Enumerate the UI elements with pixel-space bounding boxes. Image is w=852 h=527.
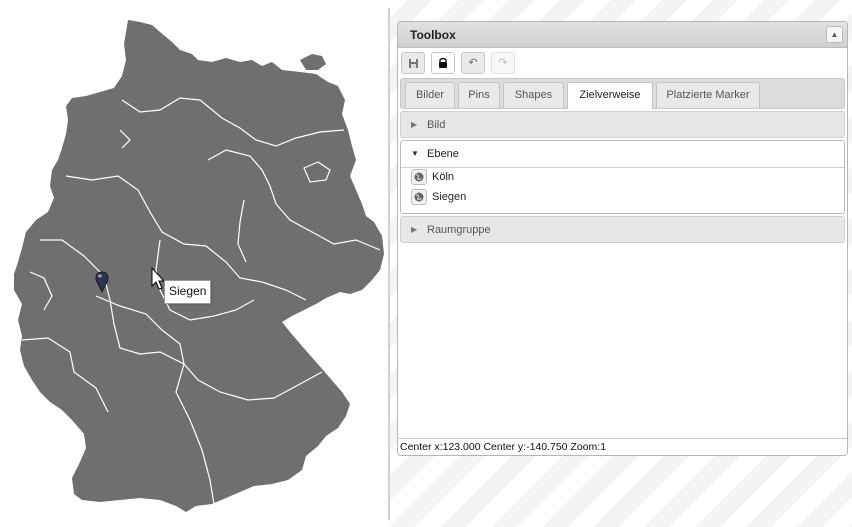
section-raumgruppe-header[interactable]: ▶ Raumgruppe — [400, 216, 845, 243]
tab-shapes[interactable]: Shapes — [503, 82, 564, 108]
tab-pins[interactable]: Pins — [458, 82, 500, 108]
tab-zielverweise[interactable]: Zielverweise — [567, 82, 653, 109]
toolbox-tabs: Bilder Pins Shapes Zielverweise Platzier… — [400, 78, 845, 109]
toolbox-title: Toolbox — [410, 28, 456, 42]
save-icon — [408, 59, 418, 68]
tab-platzierte-marker[interactable]: Platzierte Marker — [656, 82, 760, 108]
germany-map[interactable] — [0, 0, 388, 527]
undo-button[interactable]: ↶ — [461, 52, 485, 74]
status-bar: Center x:123.000 Center y:-140.750 Zoom:… — [398, 438, 847, 455]
chevron-up-icon: ▲ — [830, 30, 839, 39]
toolbox-header: Toolbox ▲ — [398, 22, 847, 48]
tab-bilder[interactable]: Bilder — [405, 82, 455, 108]
caret-right-icon: ▶ — [411, 225, 418, 234]
redo-button[interactable]: ↷ — [491, 52, 515, 74]
section-bild-header[interactable]: ▶ Bild — [400, 111, 845, 138]
collapse-button[interactable]: ▲ — [826, 26, 843, 43]
section-ebene: ▼ Ebene Köln Siegen — [400, 140, 845, 214]
map-panel[interactable]: Siegen — [0, 0, 388, 527]
globe-icon — [411, 169, 427, 185]
undo-icon: ↶ — [468, 57, 478, 69]
lock-button[interactable] — [431, 52, 455, 74]
globe-icon — [411, 189, 427, 205]
lock-icon — [439, 57, 447, 68]
ruegen-island — [300, 54, 326, 70]
caret-right-icon: ▶ — [411, 120, 418, 129]
toolbox-toolbar: ↶ ↷ — [398, 48, 847, 77]
section-ebene-header[interactable]: ▼ Ebene — [401, 141, 844, 168]
save-button[interactable] — [401, 52, 425, 74]
redo-icon: ↷ — [498, 57, 508, 69]
map-tooltip: Siegen — [164, 280, 212, 304]
caret-down-icon: ▼ — [411, 149, 419, 158]
germany-outline[interactable] — [14, 20, 384, 512]
panel-splitter[interactable] — [388, 8, 390, 520]
toolbox-panel: Toolbox ▲ ↶ ↷ Bilder Pins Shapes Zielver… — [397, 21, 848, 456]
